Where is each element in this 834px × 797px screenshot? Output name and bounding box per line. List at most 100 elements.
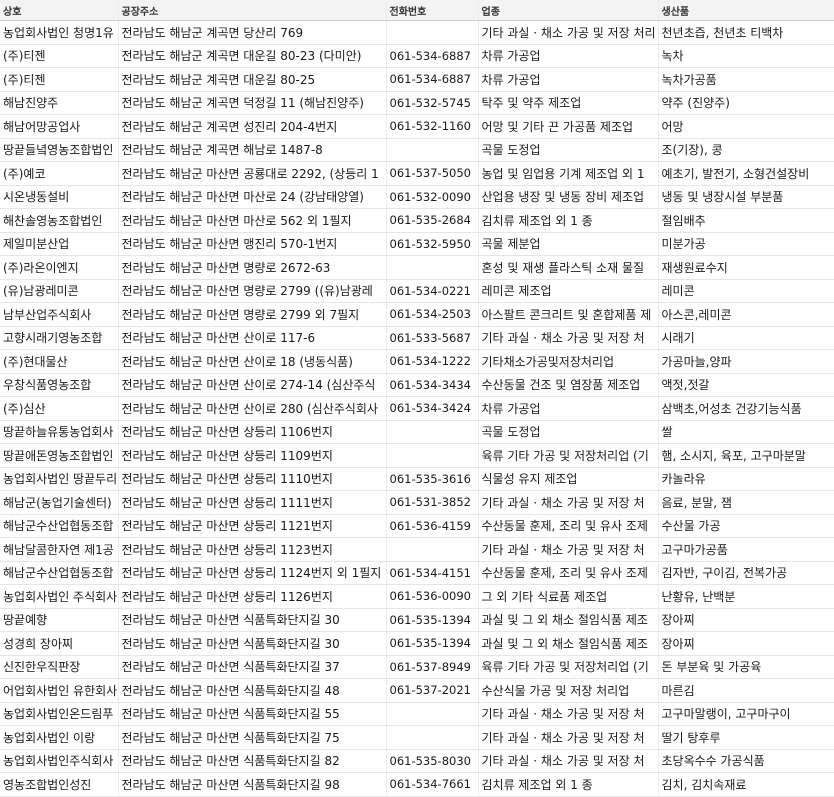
address-cell[interactable]: 전라남도 해남군 계곡면 덕정길 11 (해남진양주) [118,91,387,115]
company-name-cell[interactable]: 농업회사법인 주식회사 [0,584,119,609]
company-name-cell[interactable]: 신진한우직판장 [0,655,119,679]
phone-cell[interactable] [386,420,479,444]
header-industry[interactable]: 업종 [478,0,659,21]
industry-cell[interactable]: 기타 과실 · 채소 가공 및 저장 처 [478,326,659,350]
phone-cell[interactable]: 061-535-1394 [386,608,479,632]
header-factory-address[interactable]: 공장주소 [118,0,387,21]
industry-cell[interactable]: 수산동물 훈제, 조리 및 유사 조제 [478,514,659,538]
industry-cell[interactable]: 기타 과실 · 채소 가공 및 저장 처 [478,537,659,562]
address-cell[interactable]: 전라남도 해남군 마산면 상등리 1109번지 [118,443,387,468]
phone-cell[interactable]: 061-534-0221 [386,279,479,303]
product-cell[interactable]: 장아찌 [658,631,834,656]
company-name-cell[interactable]: 해남진양주 [0,91,119,115]
product-cell[interactable]: 가공마늘,양파 [658,349,834,374]
address-cell[interactable]: 전라남도 해남군 마산면 산이로 280 (심산주식회사 [118,396,387,421]
phone-cell[interactable]: 061-534-3424 [386,396,479,421]
product-cell[interactable]: 마른김 [658,678,834,703]
phone-cell[interactable] [386,138,479,162]
phone-cell[interactable] [386,443,479,468]
company-name-cell[interactable]: 어업회사법인 유한회사 [0,678,119,703]
company-name-cell[interactable]: 성경희 장아찌 [0,631,119,656]
product-cell[interactable]: 천년초즙, 천년초 티백차 [658,20,834,45]
header-phone[interactable]: 전화번호 [386,0,479,21]
industry-cell[interactable]: 아스팔트 콘크리트 및 혼합제품 제 [478,302,659,327]
industry-cell[interactable]: 수산동물 훈제, 조리 및 유사 조제 [478,561,659,585]
industry-cell[interactable]: 기타 과실 · 채소 가공 및 저장 처 [478,490,659,515]
company-name-cell[interactable]: 시온냉동설비 [0,185,119,209]
address-cell[interactable]: 전라남도 해남군 마산면 식품특화단지길 98 [118,772,387,797]
phone-cell[interactable]: 061-534-6887 [386,44,479,68]
product-cell[interactable]: 레미콘 [658,279,834,303]
company-name-cell[interactable]: 농업회사법인주식회사 [0,749,119,773]
product-cell[interactable]: 삼백초,어성초 건강기능식품 [658,396,834,421]
company-name-cell[interactable]: 해남어망공업사 [0,114,119,139]
address-cell[interactable]: 전라남도 해남군 마산면 마산로 562 외 1필지 [118,208,387,233]
product-cell[interactable]: 녹차가공품 [658,67,834,92]
address-cell[interactable]: 전라남도 해남군 계곡면 당산리 769 [118,20,387,45]
product-cell[interactable]: 녹차 [658,44,834,68]
phone-cell[interactable]: 061-535-3616 [386,467,479,491]
product-cell[interactable]: 딸기 탕후루 [658,725,834,750]
product-cell[interactable]: 절임배추 [658,208,834,233]
address-cell[interactable]: 전라남도 해남군 마산면 명량로 2799 ((유)남광레 [118,279,387,303]
industry-cell[interactable]: 곡물 제분업 [478,232,659,256]
address-cell[interactable]: 전라남도 해남군 마산면 상등리 1121번지 [118,514,387,538]
address-cell[interactable]: 전라남도 해남군 마산면 산이로 18 (냉동식품) [118,349,387,374]
company-name-cell[interactable]: (주)라온이엔지 [0,255,119,280]
industry-cell[interactable]: 기타 과실 · 채소 가공 및 저장 처리 [478,20,659,45]
phone-cell[interactable]: 061-536-4159 [386,514,479,538]
product-cell[interactable]: 쌀 [658,420,834,444]
phone-cell[interactable] [386,537,479,562]
product-cell[interactable]: 미분가공 [658,232,834,256]
phone-cell[interactable]: 061-532-1160 [386,114,479,139]
product-cell[interactable]: 예초기, 발전기, 소형건설장비 [658,161,834,186]
company-name-cell[interactable]: 땅끝하늘유통농업회사 [0,420,119,444]
product-cell[interactable]: 김치, 김치속재료 [658,772,834,797]
header-company-name[interactable]: 상호 [0,0,119,21]
phone-cell[interactable]: 061-537-5050 [386,161,479,186]
product-cell[interactable]: 김자반, 구이김, 전복가공 [658,561,834,585]
address-cell[interactable]: 전라남도 해남군 마산면 상등리 1111번지 [118,490,387,515]
phone-cell[interactable]: 061-534-1222 [386,349,479,374]
product-cell[interactable]: 아스콘,레미콘 [658,302,834,327]
address-cell[interactable]: 전라남도 해남군 마산면 식품특화단지길 37 [118,655,387,679]
address-cell[interactable]: 전라남도 해남군 마산면 명량로 2672-63 [118,255,387,280]
phone-cell[interactable]: 061-534-7661 [386,772,479,797]
product-cell[interactable]: 카놀라유 [658,467,834,491]
product-cell[interactable]: 냉동 및 냉장시설 부분품 [658,185,834,209]
address-cell[interactable]: 전라남도 해남군 마산면 상등리 1123번지 [118,537,387,562]
company-name-cell[interactable]: (주)티젠 [0,67,119,92]
company-name-cell[interactable]: 땅끝들녘영농조합법인 [0,138,119,162]
product-cell[interactable]: 조(기장), 콩 [658,138,834,162]
company-name-cell[interactable]: (주)티젠 [0,44,119,68]
address-cell[interactable]: 전라남도 해남군 마산면 식품특화단지길 82 [118,749,387,773]
industry-cell[interactable]: 과실 및 그 외 채소 절임식품 제조 [478,631,659,656]
phone-cell[interactable]: 061-535-1394 [386,631,479,656]
phone-cell[interactable]: 061-534-4151 [386,561,479,585]
address-cell[interactable]: 전라남도 해남군 마산면 산이로 117-6 [118,326,387,350]
phone-cell[interactable] [386,702,479,726]
phone-cell[interactable]: 061-537-8949 [386,655,479,679]
phone-cell[interactable]: 061-534-6887 [386,67,479,92]
industry-cell[interactable]: 차류 가공업 [478,396,659,421]
phone-cell[interactable]: 061-536-0090 [386,584,479,609]
industry-cell[interactable]: 어망 및 기타 끈 가공품 제조업 [478,114,659,139]
industry-cell[interactable]: 그 외 기타 식료품 제조업 [478,584,659,609]
address-cell[interactable]: 전라남도 해남군 계곡면 성진리 204-4번지 [118,114,387,139]
company-name-cell[interactable]: 땅끝예향 [0,608,119,632]
address-cell[interactable]: 전라남도 해남군 계곡면 해남로 1487-8 [118,138,387,162]
company-name-cell[interactable]: 땅끝애돈영농조합법인 [0,443,119,468]
company-name-cell[interactable]: (주)예코 [0,161,119,186]
industry-cell[interactable]: 육류 기타 가공 및 저장처리업 (기 [478,443,659,468]
industry-cell[interactable]: 김치류 제조업 외 1 종 [478,772,659,797]
industry-cell[interactable]: 곡물 도정업 [478,138,659,162]
address-cell[interactable]: 전라남도 해남군 마산면 상등리 1124번지 외 1필지 [118,561,387,585]
company-name-cell[interactable]: 해남군(농업기술센터) [0,490,119,515]
company-name-cell[interactable]: (주)현대물산 [0,349,119,374]
industry-cell[interactable]: 레미콘 제조업 [478,279,659,303]
phone-cell[interactable]: 061-534-3434 [386,373,479,397]
product-cell[interactable]: 초당옥수수 가공식품 [658,749,834,773]
address-cell[interactable]: 전라남도 해남군 마산면 맹진리 570-1번지 [118,232,387,256]
industry-cell[interactable]: 김치류 제조업 외 1 종 [478,208,659,233]
company-name-cell[interactable]: 농업회사법인온드림푸 [0,702,119,726]
